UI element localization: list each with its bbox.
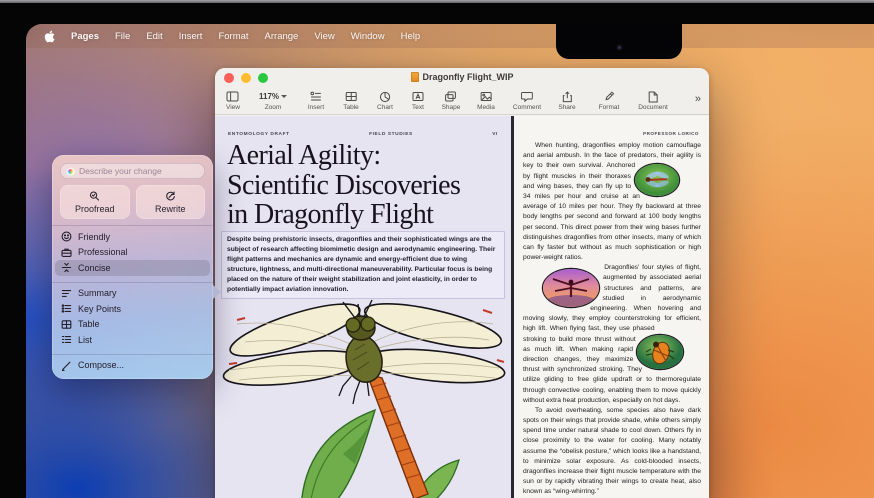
rewrite-redo-icon bbox=[165, 191, 176, 202]
apple-intelligence-icon bbox=[66, 167, 75, 176]
toolbar-text-button[interactable]: Text bbox=[412, 90, 424, 111]
divider bbox=[52, 225, 213, 226]
macbook-display: Pages File Edit Insert Format Arrange Vi… bbox=[0, 0, 874, 498]
apple-logo-icon bbox=[44, 30, 55, 43]
menu-item-help[interactable]: Help bbox=[401, 31, 421, 42]
paragraph-1: When hunting, dragonflies employ motion … bbox=[523, 141, 701, 263]
inline-image-dragonfly-sunset[interactable] bbox=[543, 269, 599, 307]
menu-item-insert[interactable]: Insert bbox=[179, 31, 203, 42]
insert-icon bbox=[308, 90, 324, 103]
display-notch bbox=[556, 24, 682, 59]
bullet-list-icon bbox=[61, 303, 72, 314]
divider bbox=[52, 354, 213, 355]
menu-item-view[interactable]: View bbox=[314, 31, 334, 42]
macbook-lid-edge bbox=[0, 0, 874, 3]
toolbar-share-button[interactable]: Share bbox=[558, 90, 575, 111]
toolbar-insert-button[interactable]: Insert bbox=[308, 90, 324, 111]
smiley-icon bbox=[61, 231, 72, 242]
paragraph-3: To avoid overheating, some species also … bbox=[523, 406, 701, 498]
inline-image-dragonfly-green[interactable] bbox=[635, 164, 679, 196]
share-icon bbox=[558, 90, 575, 103]
window-title-group: Dragonfly Flight_WIP bbox=[215, 72, 709, 82]
option-summary[interactable]: Summary bbox=[52, 286, 213, 302]
input-placeholder: Describe your change bbox=[79, 166, 162, 176]
toolbar-zoom-control[interactable]: 117% Zoom bbox=[259, 90, 287, 111]
format-brush-icon bbox=[599, 90, 620, 103]
menu-item-window[interactable]: Window bbox=[351, 31, 385, 42]
apple-menu[interactable] bbox=[44, 30, 55, 43]
menu-item-edit[interactable]: Edit bbox=[146, 31, 162, 42]
article-body: When hunting, dragonflies employ motion … bbox=[523, 141, 701, 498]
proofread-button[interactable]: Proofread bbox=[60, 185, 130, 219]
popup-arrow bbox=[213, 285, 221, 299]
option-friendly[interactable]: Friendly bbox=[52, 229, 213, 245]
paragraph-2: Dragonflies' four styles of flight, augm… bbox=[523, 263, 701, 406]
rewrite-button[interactable]: Rewrite bbox=[136, 185, 206, 219]
selected-intro-paragraph[interactable]: Despite being prehistoric insects, drago… bbox=[221, 231, 505, 299]
option-professional[interactable]: Professional bbox=[52, 245, 213, 261]
camera-icon bbox=[616, 44, 623, 51]
toolbar-more-button[interactable]: » bbox=[695, 93, 701, 105]
menu-bar: Pages File Edit Insert Format Arrange Vi… bbox=[26, 24, 874, 48]
document-icon bbox=[411, 72, 419, 82]
document-page-right[interactable]: PROFESSOR LORICO bbox=[514, 116, 709, 498]
media-icon bbox=[477, 90, 495, 103]
comment-icon bbox=[513, 90, 541, 103]
toolbar-format-button[interactable]: Format bbox=[599, 90, 620, 111]
toolbar-chart-button[interactable]: Chart bbox=[377, 90, 393, 111]
option-concise[interactable]: Concise bbox=[55, 260, 210, 276]
option-table[interactable]: Table bbox=[52, 317, 213, 333]
menu-item-format[interactable]: Format bbox=[218, 31, 248, 42]
document-page-icon bbox=[638, 90, 668, 103]
toolbar-table-button[interactable]: Table bbox=[343, 90, 359, 111]
dragonfly-illustration bbox=[215, 294, 511, 498]
document-page-left[interactable]: ENTOMOLOGY DRAFT FIELD STUDIES VI Aerial… bbox=[215, 116, 511, 498]
inline-image-beetle[interactable] bbox=[637, 335, 683, 369]
window-title: Dragonfly Flight_WIP bbox=[423, 72, 514, 82]
zoom-value: 117% bbox=[259, 92, 279, 101]
document-canvas[interactable]: ENTOMOLOGY DRAFT FIELD STUDIES VI Aerial… bbox=[215, 116, 709, 498]
describe-change-input[interactable]: Describe your change bbox=[60, 163, 205, 179]
window-titlebar[interactable]: Dragonfly Flight_WIP bbox=[215, 68, 709, 88]
chart-icon bbox=[377, 90, 393, 103]
toolbar-view-button[interactable]: View bbox=[226, 90, 240, 111]
text-icon bbox=[412, 90, 424, 103]
option-compose[interactable]: Compose... bbox=[52, 358, 213, 374]
writing-tools-popup: Describe your change Proofread Rewrite bbox=[52, 155, 213, 379]
option-key-points[interactable]: Key Points bbox=[52, 301, 213, 317]
table-icon bbox=[343, 90, 359, 103]
chevron-down-icon bbox=[281, 95, 287, 98]
menu-item-file[interactable]: File bbox=[115, 31, 130, 42]
list-icon bbox=[61, 334, 72, 345]
table-grid-icon bbox=[61, 319, 72, 330]
kicker-right: VI bbox=[492, 132, 498, 137]
toolbar-comment-button[interactable]: Comment bbox=[513, 90, 541, 111]
summary-lines-icon bbox=[61, 288, 72, 299]
menu-item-pages[interactable]: Pages bbox=[71, 31, 99, 42]
pencil-icon bbox=[61, 360, 72, 371]
divider bbox=[52, 282, 213, 283]
toolbar-document-button[interactable]: Document bbox=[638, 90, 668, 111]
briefcase-icon bbox=[61, 247, 72, 258]
byline: PROFESSOR LORICO bbox=[643, 131, 699, 136]
kicker-row: ENTOMOLOGY DRAFT FIELD STUDIES VI bbox=[228, 132, 498, 137]
article-headline: Aerial Agility: Scientific Discoveries i… bbox=[227, 141, 511, 230]
toolbar-media-button[interactable]: Media bbox=[477, 90, 495, 111]
sidebar-icon bbox=[226, 90, 240, 103]
window-toolbar: View 117% Zoom Insert Table bbox=[215, 88, 709, 115]
option-list[interactable]: List bbox=[52, 332, 213, 348]
kicker-center: FIELD STUDIES bbox=[369, 132, 413, 137]
menu-item-arrange[interactable]: Arrange bbox=[265, 31, 299, 42]
toolbar-shape-button[interactable]: Shape bbox=[442, 90, 461, 111]
compress-icon bbox=[61, 262, 72, 273]
primary-actions: Proofread Rewrite bbox=[60, 185, 205, 219]
pages-window: Dragonfly Flight_WIP View 117% Zoom bbox=[215, 68, 709, 498]
shape-icon bbox=[442, 90, 461, 103]
kicker-left: ENTOMOLOGY DRAFT bbox=[228, 132, 290, 137]
proofread-magnifier-icon bbox=[89, 191, 100, 202]
desktop-wallpaper: Pages File Edit Insert Format Arrange Vi… bbox=[26, 24, 874, 498]
